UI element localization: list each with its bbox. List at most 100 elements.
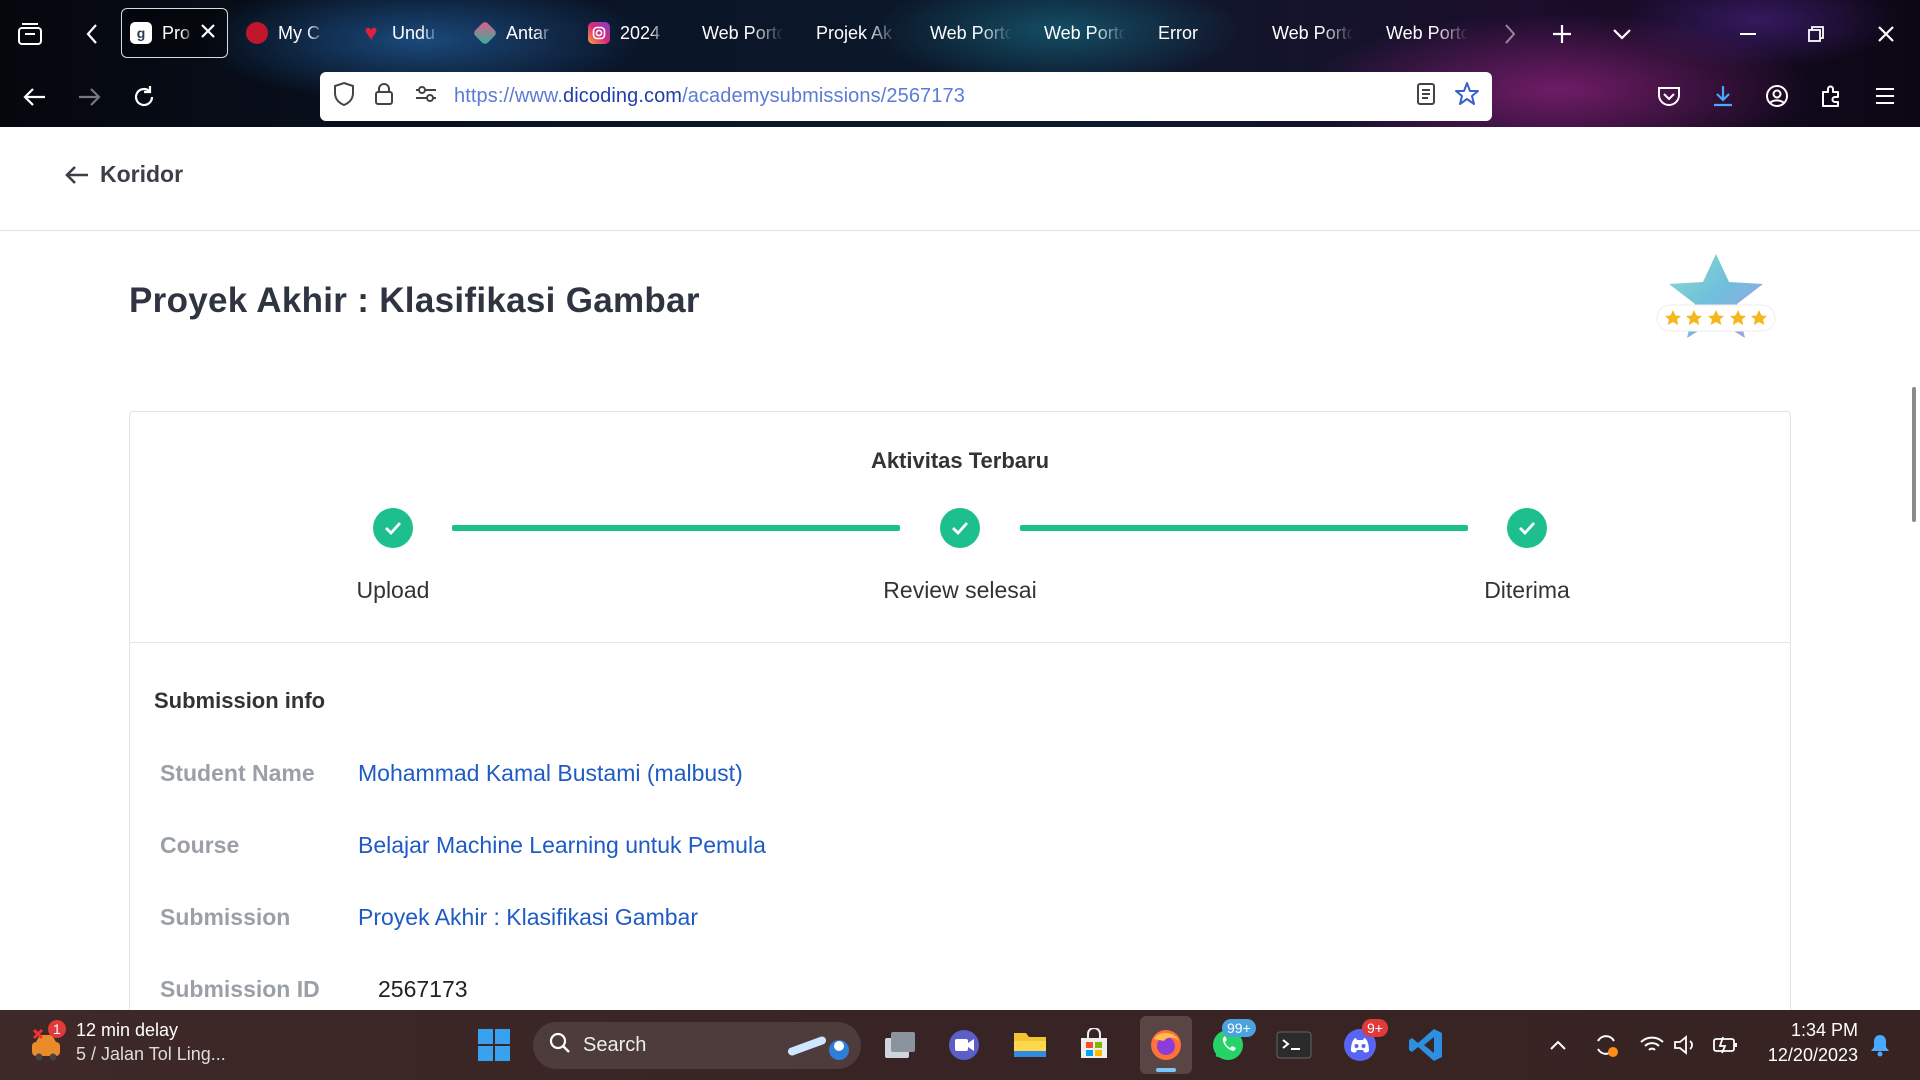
tab-3[interactable]: Antar — [474, 8, 554, 58]
reload-icon[interactable] — [127, 81, 161, 113]
course-link[interactable]: Belajar Machine Learning untuk Pemula — [358, 832, 766, 859]
volume-icon[interactable] — [1666, 1025, 1706, 1065]
search-icon — [549, 1032, 571, 1060]
search-highlight-icon — [781, 1028, 851, 1068]
clock-time[interactable]: 1:34 PM — [1758, 1020, 1858, 1041]
submission-id-label: Submission ID — [160, 976, 320, 1002]
tab-6-label: Projek Ak — [816, 22, 893, 43]
minimize-icon[interactable] — [1732, 18, 1764, 50]
site-permissions-icon[interactable] — [414, 84, 438, 109]
browser-chrome: g Pro My C ♥ Undu Antar 2024 Web Porto P… — [0, 0, 1920, 127]
tab-0-label: Pro — [162, 22, 191, 43]
five-star-rating-badge-icon — [1653, 252, 1779, 352]
clock-date[interactable]: 12/20/2023 — [1744, 1045, 1858, 1066]
notification-bell-icon[interactable] — [1860, 1025, 1900, 1065]
student-name-link[interactable]: Mohammad Kamal Bustami (malbust) — [358, 760, 743, 787]
taskbar: 1 12 min delay 5 / Jalan Tol Ling... Sea… — [0, 1010, 1920, 1080]
tab-1-label: My C — [278, 22, 320, 43]
dicoding-favicon-icon: g — [130, 22, 152, 44]
page-scrollbar[interactable] — [1912, 387, 1916, 522]
menu-icon[interactable] — [1868, 79, 1902, 113]
tab-5-label: Web Porto — [702, 22, 784, 43]
scroll-tabs-right-icon[interactable] — [1496, 18, 1524, 50]
file-explorer-icon[interactable] — [1010, 1025, 1050, 1065]
firefox-taskbar-icon[interactable] — [1140, 1016, 1192, 1074]
course-label: Course — [160, 832, 240, 858]
list-all-tabs-icon[interactable] — [1606, 18, 1638, 50]
tab-11[interactable]: Web Porto — [1386, 8, 1468, 58]
tab-0[interactable]: g Pro — [121, 8, 228, 58]
traffic-detail[interactable]: 5 / Jalan Tol Ling... — [76, 1044, 226, 1065]
new-tab-icon[interactable] — [1546, 18, 1578, 50]
submission-label: Submission — [160, 904, 291, 930]
nav-bar: https://www.dicoding.com/academysubmissi… — [0, 67, 1920, 127]
bookmark-star-icon[interactable] — [1454, 81, 1480, 112]
back-icon[interactable] — [18, 81, 52, 113]
address-bar[interactable]: https://www.dicoding.com/academysubmissi… — [320, 72, 1492, 121]
lock-icon[interactable] — [374, 82, 394, 111]
whatsapp-icon[interactable]: 99+ — [1208, 1019, 1256, 1065]
traffic-widget-icon[interactable]: 1 — [28, 1020, 68, 1066]
close-tab-icon[interactable] — [200, 23, 216, 44]
back-to-koridor-link[interactable]: Koridor — [64, 161, 183, 188]
tab-6[interactable]: Projek Ak — [816, 8, 898, 58]
step-accepted-check-icon — [1507, 508, 1547, 548]
show-hidden-icons-chevron-icon[interactable] — [1538, 1025, 1578, 1065]
discord-icon[interactable]: 9+ — [1340, 1019, 1388, 1065]
page-content: Koridor Proyek Akhir : Klasifikasi Gamba… — [0, 127, 1920, 1031]
pocket-icon[interactable] — [1652, 79, 1686, 113]
tab-11-label: Web Porto — [1386, 22, 1468, 43]
extensions-icon[interactable] — [1814, 79, 1848, 113]
battery-icon[interactable] — [1706, 1025, 1746, 1065]
search-label: Search — [583, 1034, 647, 1056]
page-title: Proyek Akhir : Klasifikasi Gambar — [129, 281, 700, 320]
traffic-badge: 1 — [48, 1020, 66, 1038]
tab-5[interactable]: Web Porto — [702, 8, 784, 58]
tab-9-label: Error — [1158, 22, 1198, 43]
vscode-icon[interactable] — [1406, 1025, 1446, 1065]
step-review-check-icon — [940, 508, 980, 548]
progress-line-1 — [452, 525, 900, 531]
heart-favicon-icon: ♥ — [364, 20, 378, 45]
microsoft-store-icon[interactable] — [1074, 1025, 1114, 1065]
windows-start-icon[interactable] — [474, 1025, 514, 1065]
submission-card: Aktivitas Terbaru Upload Review selesai … — [129, 411, 1791, 1031]
teams-meet-icon[interactable] — [944, 1025, 984, 1065]
tracking-protection-shield-icon[interactable] — [332, 81, 356, 112]
top-nav: Koridor — [0, 127, 1920, 231]
tab-9[interactable]: Error — [1158, 8, 1240, 58]
tab-7[interactable]: Web Porto — [930, 8, 1012, 58]
reader-view-icon[interactable] — [1416, 82, 1436, 111]
submission-id-value: 2567173 — [378, 976, 468, 1002]
tab-1[interactable]: My C — [246, 8, 326, 58]
tab-7-label: Web Porto — [930, 22, 1012, 43]
tab-8[interactable]: Web Porto — [1044, 8, 1126, 58]
step-upload-label: Upload — [356, 577, 430, 603]
taskbar-search-box[interactable]: Search — [533, 1022, 861, 1069]
forward-icon[interactable] — [72, 81, 106, 113]
tab-bar: g Pro My C ♥ Undu Antar 2024 Web Porto P… — [0, 0, 1920, 67]
step-upload-check-icon — [373, 508, 413, 548]
tab-3-label: Antar — [506, 22, 550, 43]
downloads-icon[interactable] — [1706, 79, 1740, 113]
submission-link[interactable]: Proyek Akhir : Klasifikasi Gambar — [358, 904, 698, 931]
traffic-title[interactable]: 12 min delay — [76, 1020, 178, 1041]
tab-favicon-icon — [246, 22, 268, 44]
sync-icon[interactable] — [1586, 1025, 1626, 1065]
student-name-label: Student Name — [160, 760, 315, 786]
tab-4[interactable]: 2024 — [588, 8, 668, 58]
url-text[interactable]: https://www.dicoding.com/academysubmissi… — [454, 85, 965, 108]
terminal-icon[interactable] — [1274, 1025, 1314, 1065]
scroll-tabs-left-icon[interactable] — [76, 18, 108, 50]
progress-line-2 — [1020, 525, 1468, 531]
restore-icon[interactable] — [1800, 18, 1832, 50]
tab-10[interactable]: Web Porto — [1272, 8, 1354, 58]
close-window-icon[interactable] — [1870, 18, 1902, 50]
arrow-left-icon — [65, 165, 88, 184]
account-icon[interactable] — [1760, 79, 1794, 113]
tab-2[interactable]: ♥ Undu — [360, 8, 440, 58]
step-review-label: Review selesai — [883, 577, 1037, 603]
tab-overview-icon[interactable] — [14, 18, 46, 50]
task-view-icon[interactable] — [880, 1025, 920, 1065]
url-prefix: https://www. — [454, 85, 564, 107]
